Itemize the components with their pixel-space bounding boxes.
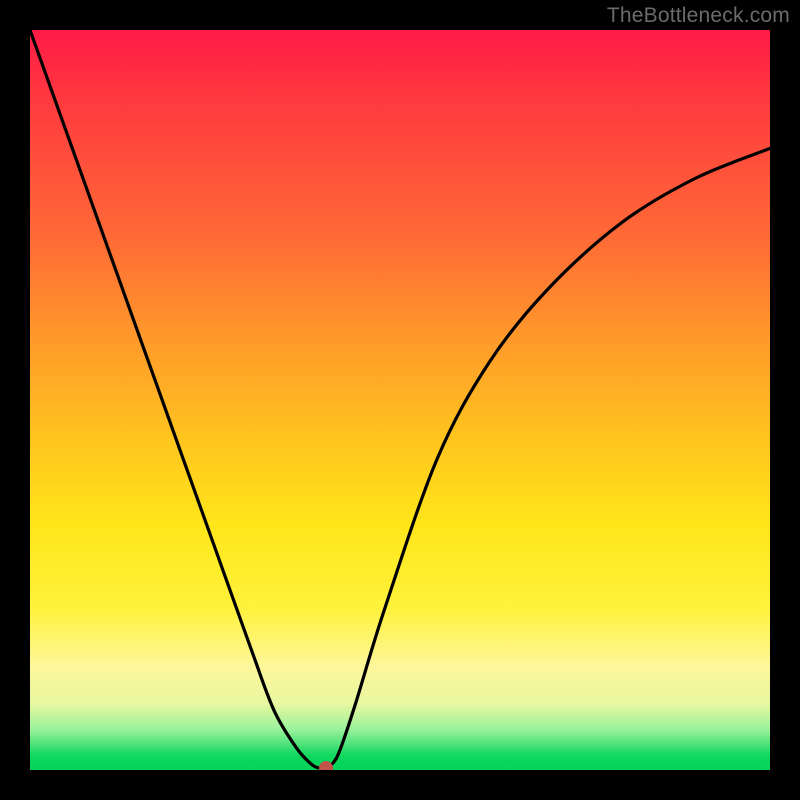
bottleneck-curve <box>30 30 770 770</box>
watermark-text: TheBottleneck.com <box>607 4 790 28</box>
optimal-point-marker <box>319 761 333 770</box>
plot-area <box>30 30 770 770</box>
chart-container: TheBottleneck.com <box>0 0 800 800</box>
